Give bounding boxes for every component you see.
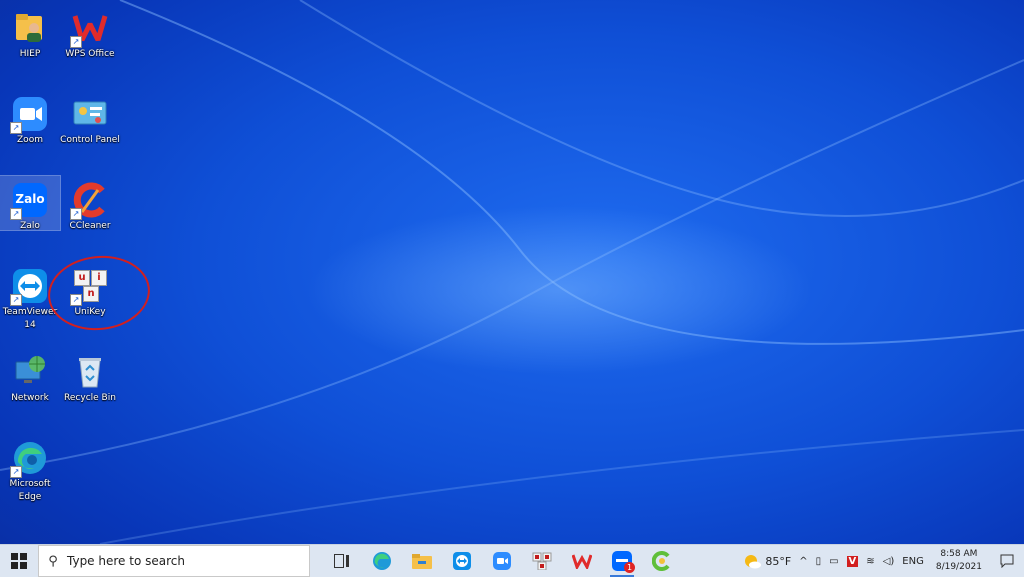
shortcut-arrow-icon: ↗	[70, 36, 82, 48]
desktop-icon-recycle-bin[interactable]: Recycle Bin	[60, 348, 120, 428]
icon-label: Zalo	[20, 221, 40, 231]
icon-label: Microsoft Edge	[9, 479, 51, 502]
unikey-v-icon: V	[846, 555, 859, 567]
desktop-icon-wps-office[interactable]: ↗ WPS Office	[60, 4, 120, 84]
wps-office-icon: ↗	[70, 10, 108, 48]
zoom-icon: ↗	[10, 96, 48, 134]
desktop-icon-hiep[interactable]: HIEP	[0, 4, 60, 84]
desktop-icon-zalo[interactable]: Zalo ↗ Zalo	[0, 175, 61, 231]
monitor-icon: ▭	[829, 555, 839, 567]
taskbar-search-box[interactable]: ⚲ Type here to search	[38, 545, 310, 577]
clock-time: 8:58 AM	[940, 549, 978, 559]
icon-label: Control Panel	[60, 135, 120, 145]
microsoft-edge-icon	[373, 552, 391, 570]
recycle-bin-icon	[72, 354, 108, 390]
task-view-button[interactable]	[322, 545, 362, 577]
taskbar-unikey[interactable]	[522, 545, 562, 577]
icon-label: CCleaner	[69, 221, 111, 231]
weather-widget[interactable]: 85°F	[739, 552, 795, 570]
tray-meet-icon[interactable]: ▭	[825, 556, 842, 567]
system-tray: 85°F ^ ▯ ▭ V ≋ ◁) ENG 8:58 AM 8/19/2021	[739, 545, 1024, 577]
zoom-icon	[493, 552, 511, 570]
shortcut-arrow-icon: ↗	[10, 466, 22, 478]
taskbar-wps-office[interactable]	[562, 545, 602, 577]
tray-volume[interactable]: ◁)	[879, 556, 899, 567]
teamviewer-icon: ↗	[10, 268, 48, 306]
network-icon	[12, 354, 48, 390]
chevron-up-icon: ^	[799, 555, 808, 567]
wifi-icon: ≋	[866, 555, 875, 567]
desktop-icon-ccleaner[interactable]: ↗ CCleaner	[60, 176, 120, 256]
teamviewer-icon	[453, 552, 471, 570]
shortcut-arrow-icon: ↗	[70, 208, 82, 220]
ccleaner-icon: ↗	[70, 182, 108, 220]
shortcut-arrow-icon: ↗	[10, 294, 22, 306]
desktop: HIEP ↗ WPS Office ↗ Zoom Control Panel Z…	[0, 0, 1024, 544]
icon-label: Zoom	[17, 135, 43, 145]
task-view-icon	[334, 554, 349, 568]
microsoft-edge-icon: ↗	[10, 440, 48, 478]
taskbar-file-explorer[interactable]	[402, 545, 442, 577]
windows-logo-icon	[11, 553, 27, 569]
usb-device-icon: ▯	[815, 555, 822, 567]
taskbar-ccleaner[interactable]	[642, 545, 682, 577]
shortcut-arrow-icon: ↗	[10, 122, 22, 134]
input-language[interactable]: ENG	[898, 556, 928, 567]
desktop-icon-zoom[interactable]: ↗ Zoom	[0, 90, 60, 170]
clock[interactable]: 8:58 AM 8/19/2021	[928, 548, 990, 574]
tray-unikey-v[interactable]: V	[843, 555, 863, 567]
search-icon: ⚲	[48, 553, 58, 569]
desktop-icon-control-panel[interactable]: Control Panel	[60, 90, 120, 170]
notification-count-badge: 1	[624, 562, 635, 573]
clock-date: 8/19/2021	[935, 562, 982, 572]
weather-sun-icon	[745, 555, 762, 569]
icon-label: WPS Office	[65, 49, 115, 59]
taskbar-zalo[interactable]: 1	[602, 545, 642, 577]
show-hidden-icons-button[interactable]: ^	[795, 556, 811, 567]
tray-wifi[interactable]: ≋	[862, 556, 878, 567]
taskbar-zoom[interactable]	[482, 545, 522, 577]
speaker-icon: ◁)	[882, 555, 895, 567]
search-placeholder: Type here to search	[67, 554, 185, 568]
start-button[interactable]	[0, 545, 38, 577]
icon-label: Recycle Bin	[64, 393, 116, 403]
desktop-icon-network[interactable]: Network	[0, 348, 60, 428]
ccleaner-icon	[652, 551, 670, 571]
taskbar-edge[interactable]	[362, 545, 402, 577]
icon-label: TeamViewer 14	[2, 307, 58, 330]
action-center-button[interactable]	[990, 554, 1024, 568]
weather-temperature: 85°F	[765, 554, 792, 568]
notification-icon	[1000, 554, 1014, 568]
icon-label: Network	[11, 393, 49, 403]
taskbar-teamviewer[interactable]	[442, 545, 482, 577]
zalo-icon: Zalo ↗	[10, 182, 48, 220]
wps-office-icon	[572, 554, 592, 569]
taskbar: ⚲ Type here to search 1 85°F ^ ▯ ▭ V ≋ ◁…	[0, 544, 1024, 577]
zalo-badge-text: Zalo	[15, 192, 45, 206]
shortcut-arrow-icon: ↗	[10, 208, 22, 220]
control-panel-icon	[72, 96, 108, 132]
tray-usb-icon[interactable]: ▯	[812, 556, 826, 567]
wallpaper-waves	[0, 0, 1024, 544]
icon-label: HIEP	[19, 49, 41, 59]
folder-icon	[412, 554, 432, 569]
user-folder-icon	[12, 10, 48, 46]
desktop-icon-microsoft-edge[interactable]: ↗ Microsoft Edge	[0, 434, 60, 514]
unikey-icon	[532, 552, 552, 570]
